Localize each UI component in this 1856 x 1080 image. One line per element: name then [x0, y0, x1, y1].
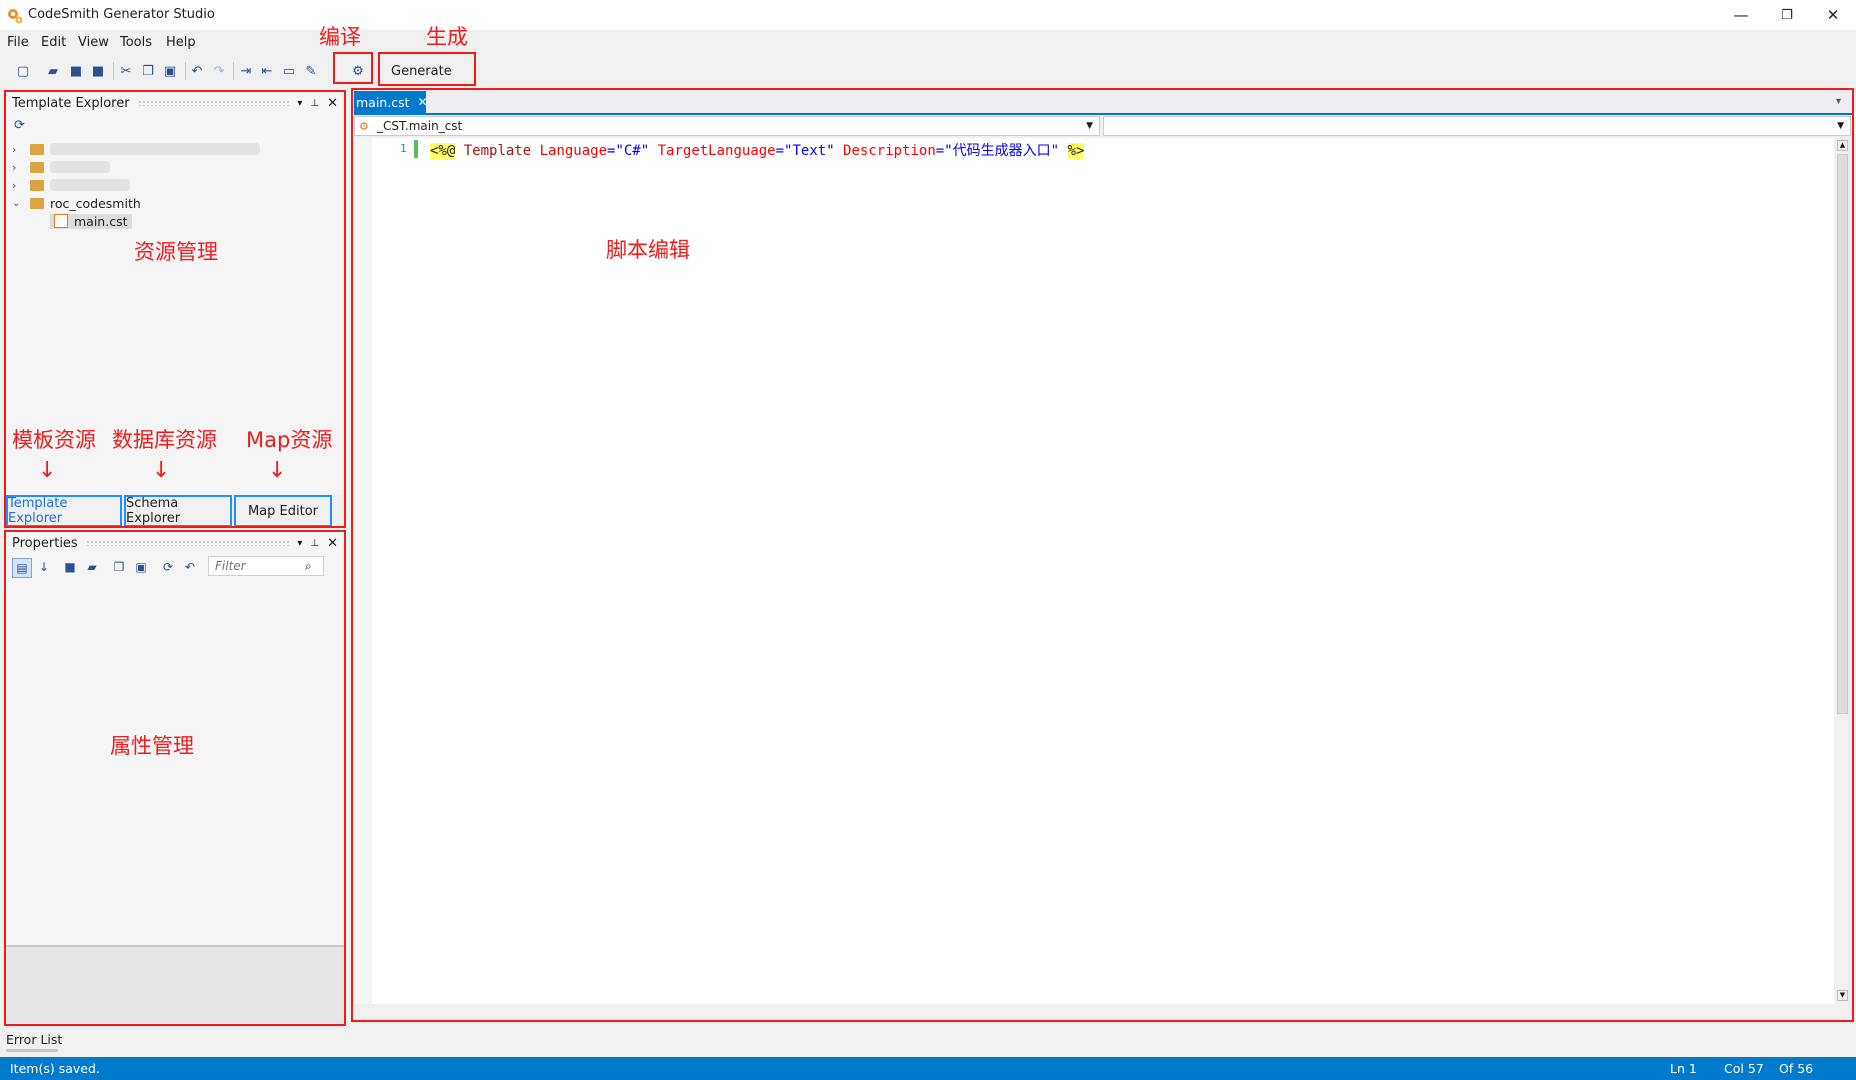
menu-help[interactable]: Help [166, 35, 196, 50]
new-file-icon[interactable]: ▢ [14, 62, 32, 80]
generate-annotation: 生成 [426, 25, 468, 49]
copy-icon[interactable]: ❐ [139, 62, 157, 80]
toolbar-separator [233, 62, 234, 80]
toolbar: ▢ ▰ ■ ■ ✂ ❐ ▣ ↶ ↷ ⇥ ⇤ ▭ ✎ ⚙ Generate [0, 56, 1856, 86]
map-resource-annotation: Map资源 [246, 428, 333, 452]
save-icon[interactable]: ■ [67, 62, 85, 80]
script-edit-highlight [351, 88, 1854, 1022]
generate-highlight-box [378, 52, 476, 86]
app-gear-icon [8, 9, 23, 24]
property-mgmt-highlight [4, 530, 346, 1026]
close-button[interactable]: ✕ [1810, 0, 1856, 30]
compile-highlight-box [333, 52, 373, 84]
comment-icon[interactable]: ▭ [280, 62, 298, 80]
restore-button[interactable]: ❐ [1764, 0, 1810, 30]
menu-tools[interactable]: Tools [120, 35, 152, 50]
open-folder-icon[interactable]: ▰ [44, 62, 62, 80]
property-mgmt-annotation: 属性管理 [110, 734, 194, 758]
undo-icon[interactable]: ↶ [188, 62, 206, 80]
status-of: Of 56 [1779, 1061, 1814, 1076]
outdent-icon[interactable]: ⇤ [258, 62, 276, 80]
arrow-down-icon: ↓ [152, 458, 171, 483]
menu-view[interactable]: View [78, 35, 109, 50]
menu-bar: File Edit View Tools Help [0, 32, 1856, 54]
status-column: Col 57 [1724, 1061, 1764, 1076]
resource-mgmt-annotation: 资源管理 [134, 240, 218, 264]
status-message: Item(s) saved. [10, 1061, 100, 1076]
minimize-button[interactable]: — [1718, 0, 1764, 30]
save-all-icon[interactable]: ■ [89, 62, 107, 80]
arrow-down-icon: ↓ [38, 458, 57, 483]
error-list-tab-underline [6, 1049, 58, 1052]
uncomment-icon[interactable]: ✎ [302, 62, 320, 80]
status-bar: Item(s) saved. Ln 1 Col 57 Of 56 [0, 1057, 1856, 1080]
paste-icon[interactable]: ▣ [161, 62, 179, 80]
status-line: Ln 1 [1670, 1061, 1697, 1076]
template-resource-annotation: 模板资源 [12, 428, 96, 452]
error-list-bar [0, 1028, 1856, 1057]
toolbar-separator [185, 62, 186, 80]
indent-icon[interactable]: ⇥ [237, 62, 255, 80]
arrow-down-icon: ↓ [268, 458, 287, 483]
redo-icon[interactable]: ↷ [210, 62, 228, 80]
compile-annotation: 编译 [319, 25, 361, 49]
window-title: CodeSmith Generator Studio [28, 7, 215, 22]
database-resource-annotation: 数据库资源 [112, 428, 217, 452]
cut-icon[interactable]: ✂ [117, 62, 135, 80]
toolbar-separator [113, 62, 114, 80]
menu-edit[interactable]: Edit [41, 35, 66, 50]
error-list-tab[interactable]: Error List [6, 1032, 62, 1047]
menu-file[interactable]: File [7, 35, 29, 50]
title-bar: CodeSmith Generator Studio — ❐ ✕ [0, 0, 1856, 30]
script-edit-annotation: 脚本编辑 [606, 238, 690, 262]
